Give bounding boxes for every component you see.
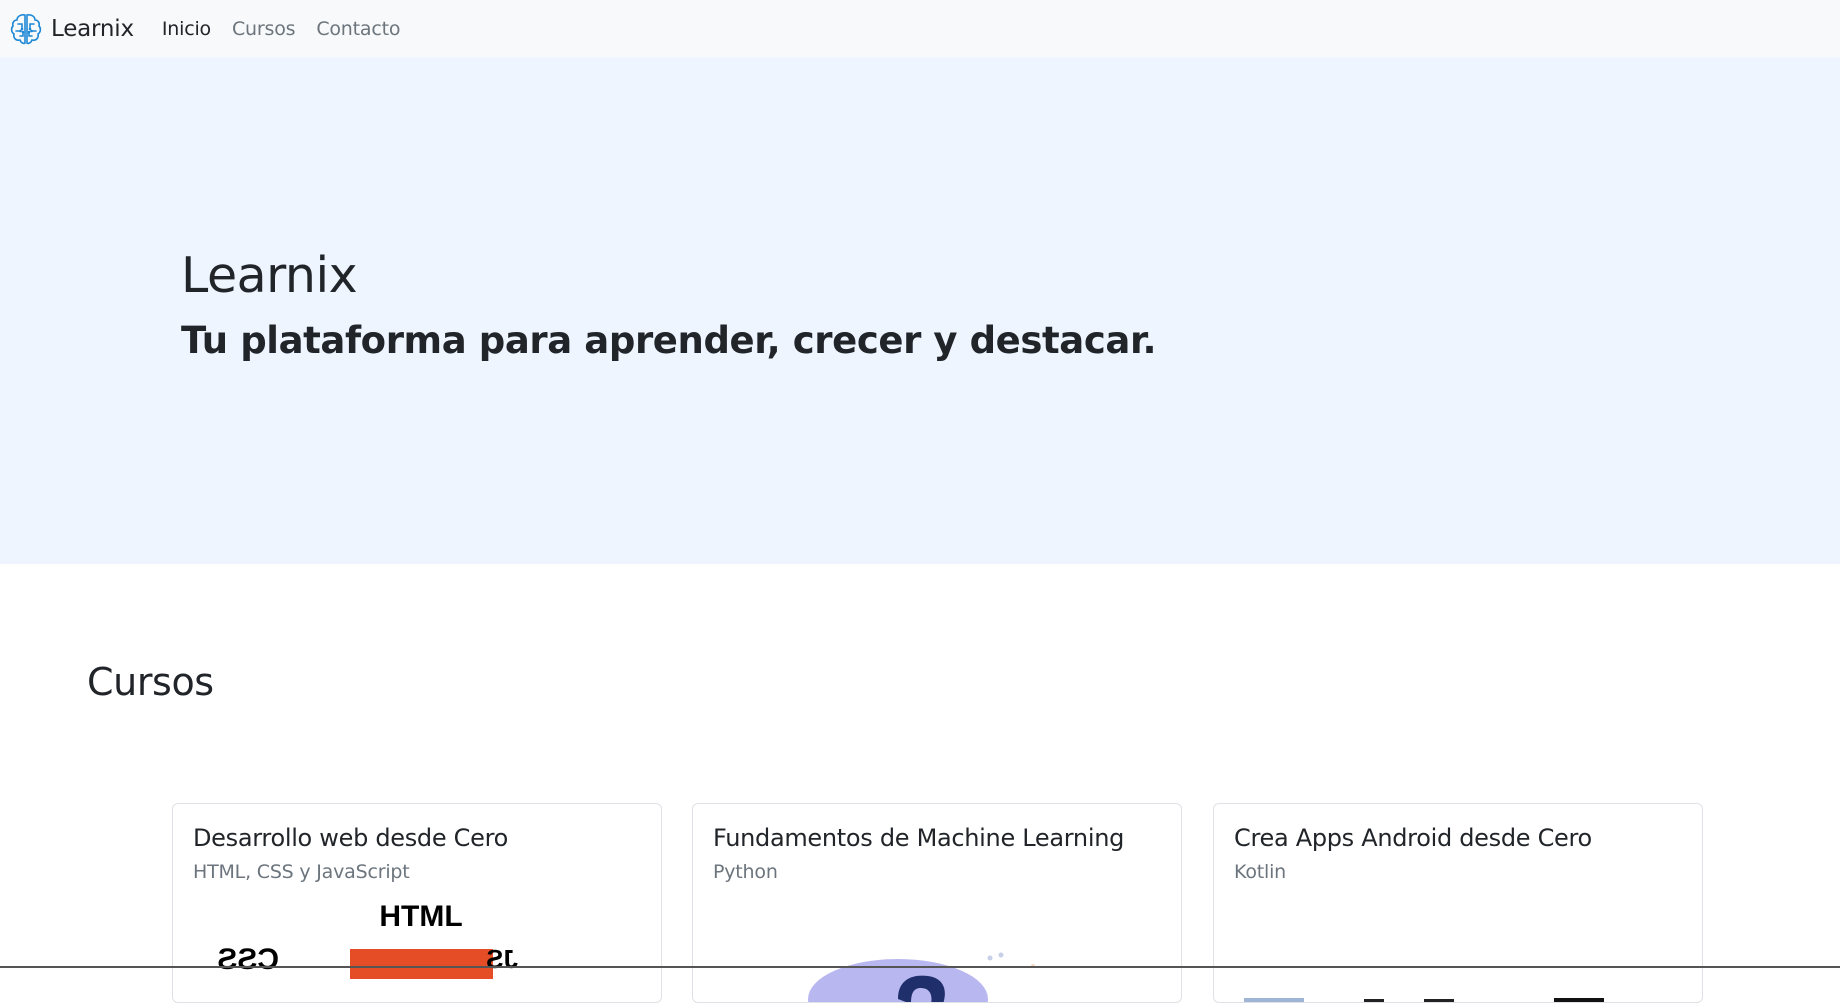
hero-section: Learnix Tu plataforma para aprender, cre…	[0, 57, 1840, 564]
svg-text:CSS: CSS	[217, 943, 279, 976]
hero-title: Learnix	[181, 247, 358, 304]
brand-name: Learnix	[51, 15, 134, 42]
course-card-title: Fundamentos de Machine Learning	[713, 824, 1125, 852]
nav-links: Inicio Cursos Contacto	[162, 18, 421, 40]
nav-link-contacto[interactable]: Contacto	[316, 18, 400, 40]
nav-link-inicio[interactable]: Inicio	[162, 18, 211, 40]
course-card-title: Crea Apps Android desde Cero	[1234, 824, 1592, 852]
machine-learning-illustration-icon	[693, 904, 1181, 1002]
android-kotlin-illustration-icon	[1214, 904, 1702, 1002]
course-card-subtitle: Kotlin	[1234, 861, 1286, 883]
navbar: Learnix Inicio Cursos Contacto	[0, 0, 1840, 57]
course-card-web[interactable]: Desarrollo web desde Cero HTML, CSS y Ja…	[172, 803, 662, 1003]
html-css-js-logo-icon: HTML CSS JS	[173, 900, 661, 1002]
svg-text:JS: JS	[486, 944, 518, 974]
hero-subtitle: Tu plataforma para aprender, crecer y de…	[181, 319, 1157, 362]
courses-section-title: Cursos	[87, 660, 214, 704]
course-card-subtitle: Python	[713, 861, 778, 883]
course-card-ml[interactable]: Fundamentos de Machine Learning Python	[692, 803, 1182, 1003]
nav-link-cursos[interactable]: Cursos	[232, 18, 296, 40]
course-card-subtitle: HTML, CSS y JavaScript	[193, 861, 410, 883]
brain-logo-icon	[8, 11, 44, 47]
brand-link[interactable]: Learnix	[8, 11, 134, 47]
course-card-android[interactable]: Crea Apps Android desde Cero Kotlin	[1213, 803, 1703, 1003]
html-logo-text: HTML	[379, 904, 462, 933]
course-card-title: Desarrollo web desde Cero	[193, 824, 509, 852]
